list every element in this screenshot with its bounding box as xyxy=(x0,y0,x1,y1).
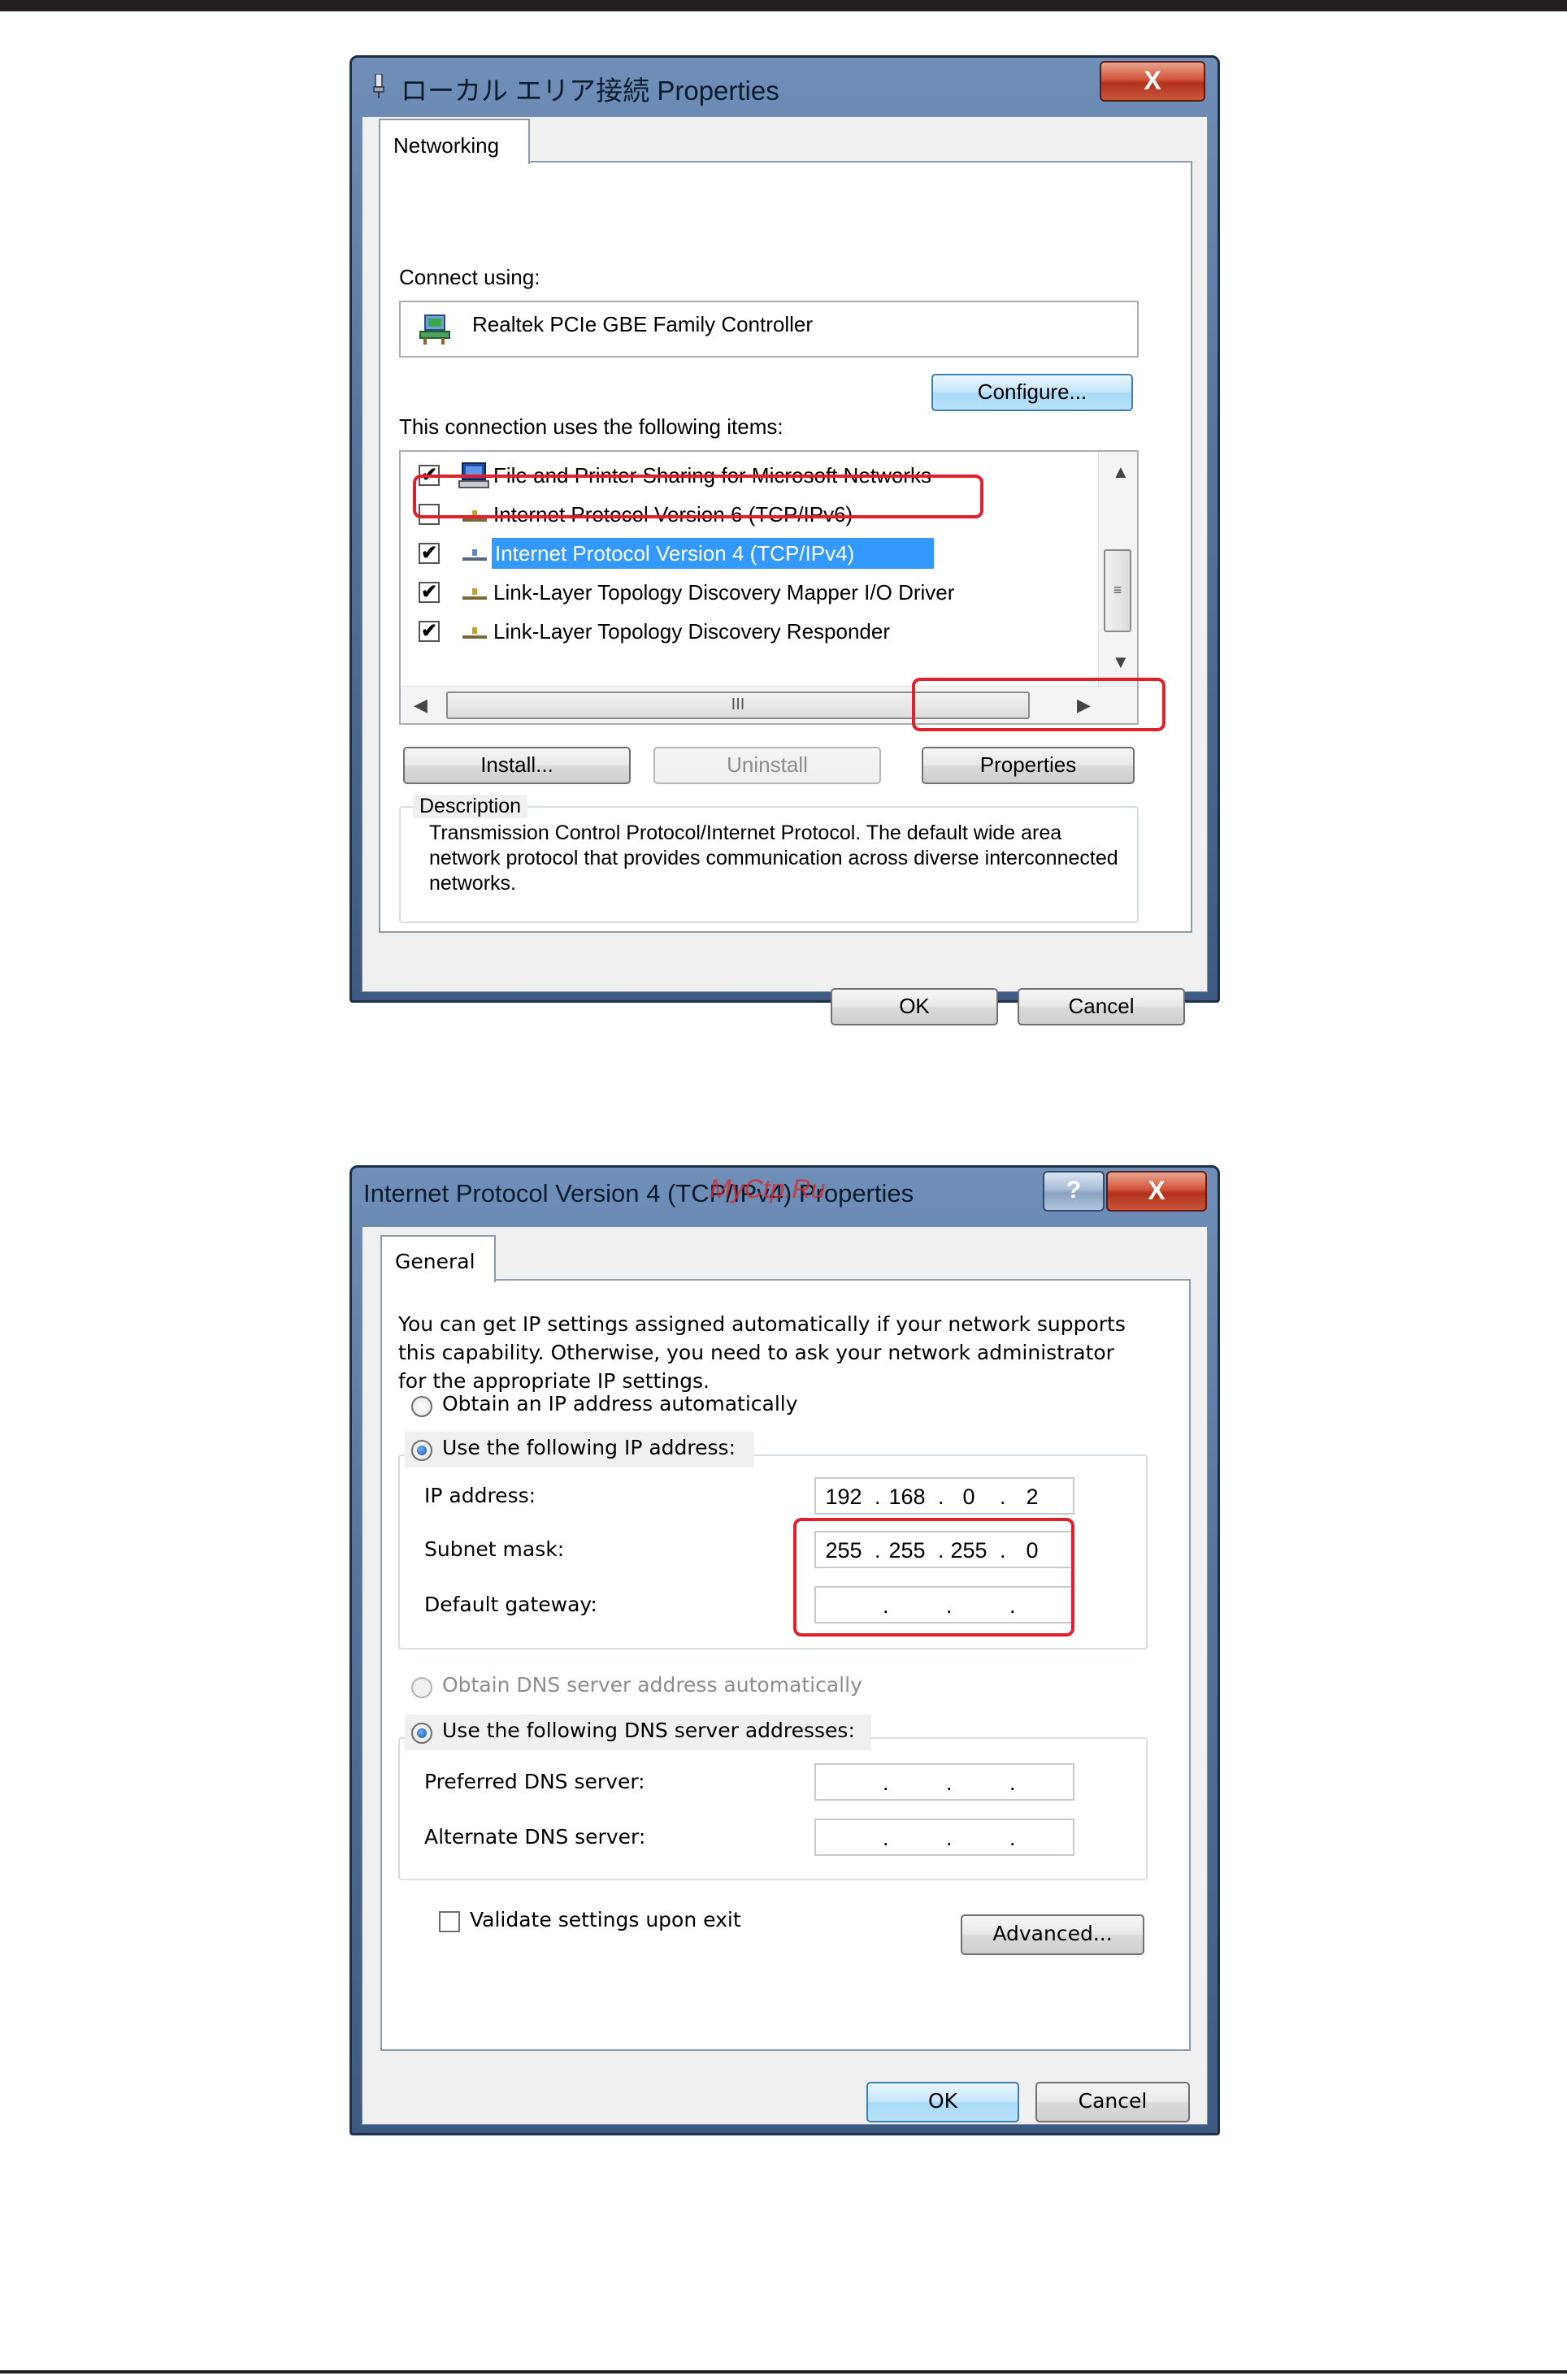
install-button[interactable]: Install... xyxy=(403,747,631,784)
configure-button[interactable]: Configure... xyxy=(931,374,1133,411)
dialog-client-area: General You can get IP settings assigned… xyxy=(362,1226,1208,2125)
obtain-ip-auto-radio[interactable] xyxy=(411,1396,432,1417)
adapter-field: Realtek PCIe GBE Family Controller xyxy=(399,301,1139,358)
list-item[interactable]: ✔ Link-Layer Topology Discovery Responde… xyxy=(401,613,1100,650)
item-label: Link-Layer Topology Discovery Mapper I/O… xyxy=(493,580,955,605)
use-following-dns-radio[interactable] xyxy=(411,1723,432,1744)
vertical-scroll-thumb[interactable]: ≡ xyxy=(1104,549,1131,632)
ipv4-properties-window: Internet Protocol Version 4 (TCP/IPv4) P… xyxy=(349,1165,1220,2135)
dns-server-group xyxy=(398,1737,1148,1880)
page-bottom-rule xyxy=(0,2370,1567,2373)
local-area-connection-properties-window: ローカル エリア接続 Properties X Networking Conne… xyxy=(349,55,1220,1025)
titlebar[interactable]: ローカル エリア接続 Properties X xyxy=(352,58,1218,113)
connect-using-label: Connect using: xyxy=(399,265,540,289)
use-following-ip-radio[interactable] xyxy=(411,1440,432,1461)
cancel-button[interactable]: Cancel xyxy=(1018,988,1185,1025)
list-item[interactable]: ✔ Link-Layer Topology Discovery Mapper I… xyxy=(401,574,1100,611)
alternate-dns-label: Alternate DNS server: xyxy=(424,1825,646,1849)
ip-octet: 2 xyxy=(1026,1485,1039,1509)
window-title: ローカル エリア接続 Properties xyxy=(401,76,779,106)
tab-networking[interactable]: Networking xyxy=(379,119,530,164)
ip-dot: . xyxy=(946,1826,953,1850)
highlight-ipv4-item xyxy=(413,475,983,518)
ip-dot: . xyxy=(875,1485,881,1509)
network-connection-icon xyxy=(373,74,384,98)
items-label: This connection uses the following items… xyxy=(399,414,784,439)
preferred-dns-label: Preferred DNS server: xyxy=(424,1770,645,1793)
item-label: Internet Protocol Version 4 (TCP/IPv4) xyxy=(495,541,855,566)
item-checkbox[interactable]: ✔ xyxy=(419,582,440,603)
ip-octet: 0 xyxy=(962,1485,975,1509)
dialog-client-area: Networking Connect using: Realtek PCIe G… xyxy=(362,116,1208,1025)
watermark: MyCtp.Ru xyxy=(710,1174,826,1203)
cancel-button[interactable]: Cancel xyxy=(1035,2082,1190,2122)
ip-dot: . xyxy=(883,1826,889,1850)
item-label: Link-Layer Topology Discovery Responder xyxy=(493,619,890,644)
ip-dot: . xyxy=(946,1771,953,1795)
ip-address-input[interactable]: 192 . 168 . 0 . 2 xyxy=(814,1477,1074,1515)
preferred-dns-input[interactable]: . . . xyxy=(814,1763,1074,1801)
network-adapter-icon xyxy=(419,314,450,345)
highlight-ip-and-subnet xyxy=(793,1518,1074,1637)
page-top-rule xyxy=(0,0,1567,11)
use-following-ip-label: Use the following IP address: xyxy=(442,1436,736,1459)
subnet-mask-label: Subnet mask: xyxy=(424,1537,565,1561)
use-following-dns-row: Use the following DNS server addresses: xyxy=(405,1715,871,1750)
protocol-icon xyxy=(462,627,487,639)
scroll-left-icon[interactable]: ◀ xyxy=(414,695,428,716)
ip-address-label: IP address: xyxy=(424,1484,536,1507)
ok-button[interactable]: OK xyxy=(831,988,998,1025)
description-text: Transmission Control Protocol/Internet P… xyxy=(429,822,1118,895)
scroll-down-icon[interactable]: ▼ xyxy=(1112,652,1130,673)
use-following-ip-row: Use the following IP address: xyxy=(405,1432,754,1467)
highlight-properties-button xyxy=(912,678,1165,731)
scroll-up-icon[interactable]: ▲ xyxy=(1112,462,1130,483)
protocol-icon xyxy=(462,588,487,600)
obtain-ip-auto-label: Obtain an IP address automatically xyxy=(442,1392,798,1415)
ip-dot: . xyxy=(938,1485,944,1509)
properties-button[interactable]: Properties xyxy=(922,747,1135,784)
vertical-scrollbar[interactable]: ▲ ≡ ▼ xyxy=(1098,452,1137,686)
validate-checkbox[interactable] xyxy=(439,1911,460,1932)
item-checkbox[interactable]: ✔ xyxy=(419,543,440,564)
uninstall-button[interactable]: Uninstall xyxy=(653,747,881,784)
ip-dot: . xyxy=(1009,1826,1016,1850)
ip-dot: . xyxy=(883,1771,889,1795)
ip-dot: . xyxy=(1009,1771,1016,1795)
list-item-selected[interactable]: ✔ Internet Protocol Version 4 (TCP/IPv4) xyxy=(401,535,1100,572)
description-label: Description xyxy=(413,795,528,818)
obtain-dns-auto-radio[interactable] xyxy=(411,1677,432,1698)
help-button[interactable]: ? xyxy=(1043,1171,1105,1212)
ok-button[interactable]: OK xyxy=(866,2082,1019,2122)
item-checkbox[interactable]: ✔ xyxy=(419,621,440,642)
obtain-dns-auto-label: Obtain DNS server address automatically xyxy=(442,1673,862,1697)
adapter-name: Realtek PCIe GBE Family Controller xyxy=(472,312,814,336)
use-following-dns-label: Use the following DNS server addresses: xyxy=(442,1719,855,1742)
window-title: Internet Protocol Version 4 (TCP/IPv4) P… xyxy=(363,1179,914,1207)
validate-label: Validate settings upon exit xyxy=(470,1908,741,1931)
close-button[interactable]: X xyxy=(1100,61,1205,102)
titlebar[interactable]: Internet Protocol Version 4 (TCP/IPv4) P… xyxy=(352,1168,1218,1223)
ip-octet: 168 xyxy=(888,1485,926,1509)
protocol-icon xyxy=(462,549,487,561)
default-gateway-label: Default gateway: xyxy=(424,1593,597,1616)
close-button[interactable]: X xyxy=(1106,1171,1207,1212)
tab-general[interactable]: General xyxy=(380,1235,496,1282)
alternate-dns-input[interactable]: . . . xyxy=(814,1819,1074,1856)
ip-octet: 192 xyxy=(825,1485,862,1509)
intro-text: You can get IP settings assigned automat… xyxy=(398,1312,1126,1393)
advanced-button[interactable]: Advanced... xyxy=(961,1914,1144,1955)
ip-dot: . xyxy=(1000,1485,1006,1509)
